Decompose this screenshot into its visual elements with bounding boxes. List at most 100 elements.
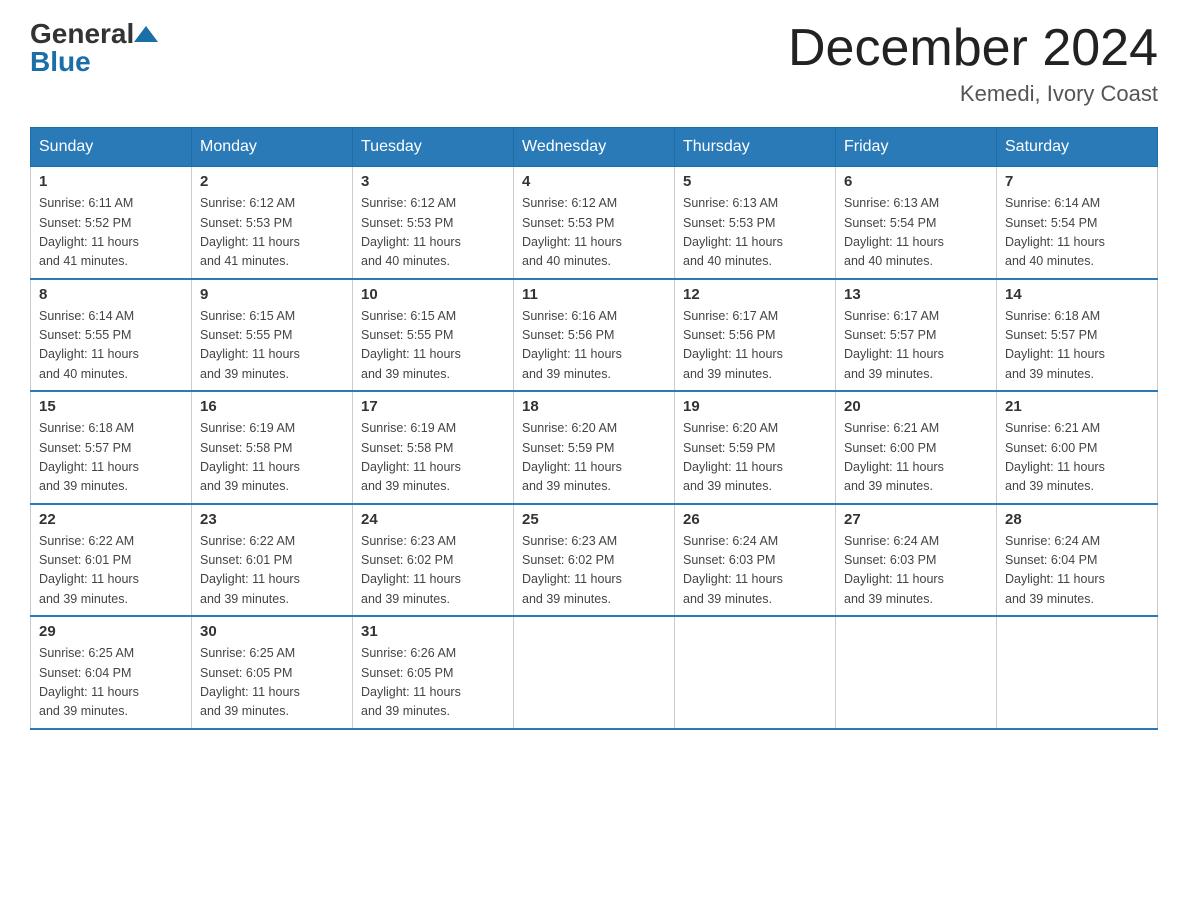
calendar-week-row: 22 Sunrise: 6:22 AM Sunset: 6:01 PM Dayl… (31, 504, 1158, 617)
day-number: 28 (1005, 511, 1149, 528)
day-info: Sunrise: 6:18 AM Sunset: 5:57 PM Dayligh… (1005, 307, 1149, 385)
page-header: General Blue December 2024 Kemedi, Ivory… (30, 20, 1158, 107)
day-number: 9 (200, 286, 344, 303)
title-block: December 2024 Kemedi, Ivory Coast (788, 20, 1158, 107)
table-row: 8 Sunrise: 6:14 AM Sunset: 5:55 PM Dayli… (31, 279, 192, 392)
day-info: Sunrise: 6:18 AM Sunset: 5:57 PM Dayligh… (39, 419, 183, 497)
calendar-week-row: 1 Sunrise: 6:11 AM Sunset: 5:52 PM Dayli… (31, 167, 1158, 279)
col-saturday: Saturday (997, 128, 1158, 167)
table-row: 19 Sunrise: 6:20 AM Sunset: 5:59 PM Dayl… (675, 391, 836, 504)
table-row: 14 Sunrise: 6:18 AM Sunset: 5:57 PM Dayl… (997, 279, 1158, 392)
logo-blue-text: Blue (30, 46, 91, 77)
table-row: 11 Sunrise: 6:16 AM Sunset: 5:56 PM Dayl… (514, 279, 675, 392)
day-info: Sunrise: 6:17 AM Sunset: 5:57 PM Dayligh… (844, 307, 988, 385)
day-info: Sunrise: 6:23 AM Sunset: 6:02 PM Dayligh… (361, 532, 505, 610)
col-thursday: Thursday (675, 128, 836, 167)
day-number: 14 (1005, 286, 1149, 303)
table-row: 9 Sunrise: 6:15 AM Sunset: 5:55 PM Dayli… (192, 279, 353, 392)
day-number: 8 (39, 286, 183, 303)
day-number: 20 (844, 398, 988, 415)
table-row: 18 Sunrise: 6:20 AM Sunset: 5:59 PM Dayl… (514, 391, 675, 504)
table-row: 1 Sunrise: 6:11 AM Sunset: 5:52 PM Dayli… (31, 167, 192, 279)
day-info: Sunrise: 6:12 AM Sunset: 5:53 PM Dayligh… (522, 194, 666, 272)
day-number: 5 (683, 173, 827, 190)
table-row: 5 Sunrise: 6:13 AM Sunset: 5:53 PM Dayli… (675, 167, 836, 279)
calendar-week-row: 8 Sunrise: 6:14 AM Sunset: 5:55 PM Dayli… (31, 279, 1158, 392)
logo-triangle-icon (134, 26, 158, 42)
col-wednesday: Wednesday (514, 128, 675, 167)
col-sunday: Sunday (31, 128, 192, 167)
table-row (997, 616, 1158, 729)
day-info: Sunrise: 6:15 AM Sunset: 5:55 PM Dayligh… (200, 307, 344, 385)
day-info: Sunrise: 6:12 AM Sunset: 5:53 PM Dayligh… (361, 194, 505, 272)
day-info: Sunrise: 6:14 AM Sunset: 5:54 PM Dayligh… (1005, 194, 1149, 272)
day-info: Sunrise: 6:15 AM Sunset: 5:55 PM Dayligh… (361, 307, 505, 385)
day-number: 13 (844, 286, 988, 303)
day-number: 2 (200, 173, 344, 190)
table-row: 27 Sunrise: 6:24 AM Sunset: 6:03 PM Dayl… (836, 504, 997, 617)
day-info: Sunrise: 6:14 AM Sunset: 5:55 PM Dayligh… (39, 307, 183, 385)
day-number: 22 (39, 511, 183, 528)
table-row: 10 Sunrise: 6:15 AM Sunset: 5:55 PM Dayl… (353, 279, 514, 392)
calendar-title: December 2024 (788, 20, 1158, 77)
table-row: 6 Sunrise: 6:13 AM Sunset: 5:54 PM Dayli… (836, 167, 997, 279)
logo-general-text: General (30, 18, 134, 49)
calendar-subtitle: Kemedi, Ivory Coast (788, 81, 1158, 107)
day-info: Sunrise: 6:24 AM Sunset: 6:03 PM Dayligh… (683, 532, 827, 610)
day-number: 17 (361, 398, 505, 415)
table-row: 2 Sunrise: 6:12 AM Sunset: 5:53 PM Dayli… (192, 167, 353, 279)
day-number: 27 (844, 511, 988, 528)
day-info: Sunrise: 6:23 AM Sunset: 6:02 PM Dayligh… (522, 532, 666, 610)
day-info: Sunrise: 6:20 AM Sunset: 5:59 PM Dayligh… (683, 419, 827, 497)
table-row: 22 Sunrise: 6:22 AM Sunset: 6:01 PM Dayl… (31, 504, 192, 617)
day-number: 6 (844, 173, 988, 190)
day-number: 3 (361, 173, 505, 190)
calendar-table: Sunday Monday Tuesday Wednesday Thursday… (30, 127, 1158, 730)
day-number: 1 (39, 173, 183, 190)
day-info: Sunrise: 6:24 AM Sunset: 6:03 PM Dayligh… (844, 532, 988, 610)
day-info: Sunrise: 6:19 AM Sunset: 5:58 PM Dayligh… (361, 419, 505, 497)
table-row: 25 Sunrise: 6:23 AM Sunset: 6:02 PM Dayl… (514, 504, 675, 617)
day-number: 12 (683, 286, 827, 303)
table-row (836, 616, 997, 729)
col-tuesday: Tuesday (353, 128, 514, 167)
table-row: 12 Sunrise: 6:17 AM Sunset: 5:56 PM Dayl… (675, 279, 836, 392)
day-info: Sunrise: 6:17 AM Sunset: 5:56 PM Dayligh… (683, 307, 827, 385)
table-row: 23 Sunrise: 6:22 AM Sunset: 6:01 PM Dayl… (192, 504, 353, 617)
day-info: Sunrise: 6:22 AM Sunset: 6:01 PM Dayligh… (39, 532, 183, 610)
day-info: Sunrise: 6:21 AM Sunset: 6:00 PM Dayligh… (844, 419, 988, 497)
table-row: 26 Sunrise: 6:24 AM Sunset: 6:03 PM Dayl… (675, 504, 836, 617)
col-friday: Friday (836, 128, 997, 167)
table-row: 20 Sunrise: 6:21 AM Sunset: 6:00 PM Dayl… (836, 391, 997, 504)
table-row: 17 Sunrise: 6:19 AM Sunset: 5:58 PM Dayl… (353, 391, 514, 504)
day-number: 4 (522, 173, 666, 190)
day-info: Sunrise: 6:13 AM Sunset: 5:54 PM Dayligh… (844, 194, 988, 272)
calendar-week-row: 29 Sunrise: 6:25 AM Sunset: 6:04 PM Dayl… (31, 616, 1158, 729)
day-number: 18 (522, 398, 666, 415)
table-row: 31 Sunrise: 6:26 AM Sunset: 6:05 PM Dayl… (353, 616, 514, 729)
day-info: Sunrise: 6:24 AM Sunset: 6:04 PM Dayligh… (1005, 532, 1149, 610)
day-info: Sunrise: 6:25 AM Sunset: 6:05 PM Dayligh… (200, 644, 344, 722)
table-row: 16 Sunrise: 6:19 AM Sunset: 5:58 PM Dayl… (192, 391, 353, 504)
logo: General Blue (30, 20, 158, 76)
day-number: 31 (361, 623, 505, 640)
table-row (675, 616, 836, 729)
table-row: 7 Sunrise: 6:14 AM Sunset: 5:54 PM Dayli… (997, 167, 1158, 279)
day-number: 21 (1005, 398, 1149, 415)
table-row: 13 Sunrise: 6:17 AM Sunset: 5:57 PM Dayl… (836, 279, 997, 392)
day-number: 16 (200, 398, 344, 415)
table-row: 24 Sunrise: 6:23 AM Sunset: 6:02 PM Dayl… (353, 504, 514, 617)
day-number: 11 (522, 286, 666, 303)
day-info: Sunrise: 6:20 AM Sunset: 5:59 PM Dayligh… (522, 419, 666, 497)
logo-line2: Blue (30, 48, 158, 76)
table-row: 21 Sunrise: 6:21 AM Sunset: 6:00 PM Dayl… (997, 391, 1158, 504)
calendar-week-row: 15 Sunrise: 6:18 AM Sunset: 5:57 PM Dayl… (31, 391, 1158, 504)
day-number: 7 (1005, 173, 1149, 190)
day-info: Sunrise: 6:12 AM Sunset: 5:53 PM Dayligh… (200, 194, 344, 272)
day-number: 26 (683, 511, 827, 528)
day-number: 29 (39, 623, 183, 640)
day-number: 30 (200, 623, 344, 640)
day-info: Sunrise: 6:11 AM Sunset: 5:52 PM Dayligh… (39, 194, 183, 272)
day-number: 24 (361, 511, 505, 528)
day-info: Sunrise: 6:22 AM Sunset: 6:01 PM Dayligh… (200, 532, 344, 610)
